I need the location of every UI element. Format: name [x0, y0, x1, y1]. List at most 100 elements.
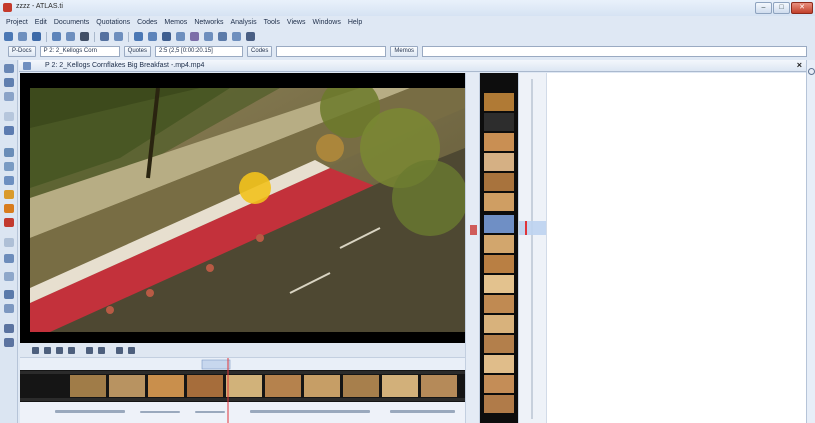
video-still-image — [30, 88, 465, 332]
app-logo-icon — [3, 3, 12, 12]
app-window: zzzz - ATLAS.ti – □ ✕ Project Edit Docum… — [0, 0, 815, 423]
toolbar-divider — [46, 31, 47, 42]
waveform-shape — [55, 402, 455, 423]
query-tool-icon[interactable] — [134, 32, 143, 41]
quote-selector[interactable]: 2:5 (2,5 [0:00:20.15] — [155, 46, 244, 57]
memo-icon[interactable] — [4, 126, 14, 135]
quote-selector-value: 2:5 (2,5 [0:00:20.15] — [159, 48, 213, 54]
pen-icon[interactable] — [190, 32, 199, 41]
headphones-icon[interactable] — [44, 346, 51, 354]
filter-icon[interactable] — [4, 162, 14, 171]
record-icon[interactable] — [4, 218, 14, 227]
list-icon[interactable] — [4, 290, 14, 299]
chevron-down-icon[interactable] — [176, 32, 185, 41]
title-bar: zzzz - ATLAS.ti – □ ✕ — [0, 0, 815, 16]
menu-project[interactable]: Project — [6, 19, 28, 26]
save-icon[interactable] — [32, 32, 41, 41]
link-icon[interactable] — [4, 112, 14, 121]
color-icon[interactable] — [4, 204, 14, 213]
panel-toggle-icon[interactable] — [4, 238, 14, 247]
main-toolbar — [0, 29, 815, 44]
menu-networks[interactable]: Networks — [194, 19, 223, 26]
add-document-icon[interactable] — [52, 32, 61, 41]
codes-button[interactable]: Codes — [247, 46, 273, 57]
navigator-icon[interactable] — [808, 68, 815, 75]
layout-icon[interactable] — [4, 254, 14, 263]
memo-selector[interactable] — [422, 46, 808, 57]
docs-button[interactable]: P-Docs — [8, 46, 36, 57]
media-controls — [20, 343, 465, 357]
network-view-icon[interactable] — [162, 32, 171, 41]
document-selector-value: P 2: 2_Kellogs Corn — [43, 48, 97, 54]
quote-icon[interactable] — [4, 148, 14, 157]
chevron-down-icon[interactable] — [204, 32, 213, 41]
chevron-down-icon[interactable] — [18, 32, 27, 41]
rewind-icon[interactable] — [116, 346, 123, 354]
vertical-frames — [480, 73, 518, 423]
menu-codes[interactable]: Codes — [137, 19, 157, 26]
snapshot-icon[interactable] — [68, 346, 75, 354]
network-icon[interactable] — [4, 32, 13, 41]
search-icon[interactable] — [4, 78, 14, 87]
menu-quotations[interactable]: Quotations — [96, 19, 130, 26]
play-icon[interactable] — [32, 346, 39, 354]
quotation-panel[interactable] — [546, 73, 806, 423]
toolbar-divider — [94, 31, 95, 42]
margin-icon[interactable] — [4, 304, 14, 313]
zoom-out-icon[interactable] — [4, 338, 14, 347]
comment-icon[interactable] — [4, 176, 14, 185]
margin-bars — [519, 79, 547, 419]
video-filmstrip[interactable] — [20, 370, 465, 402]
menu-edit[interactable]: Edit — [35, 19, 47, 26]
timeline-ruler[interactable] — [20, 357, 465, 371]
quotes-button[interactable]: Quotes — [123, 46, 152, 57]
menu-memos[interactable]: Memos — [164, 19, 187, 26]
code-icon[interactable] — [4, 92, 14, 101]
menu-bar: Project Edit Documents Quotations Codes … — [0, 16, 815, 29]
settings-icon[interactable] — [218, 32, 227, 41]
vertical-toolbar — [0, 60, 18, 423]
document-title: P 2: 2_Kellogs Cornflakes Big Breakfast … — [45, 62, 205, 69]
video-document-icon — [23, 62, 31, 70]
minimize-button[interactable]: – — [755, 2, 772, 14]
splitter[interactable] — [465, 73, 480, 423]
memos-button[interactable]: Memos — [390, 46, 419, 57]
menu-windows[interactable]: Windows — [312, 19, 340, 26]
document-selector[interactable]: P 2: 2_Kellogs Corn — [39, 46, 120, 57]
table-icon[interactable] — [148, 32, 157, 41]
close-document-icon[interactable]: × — [797, 60, 802, 70]
filmstrip-frames — [20, 370, 465, 402]
video-frame[interactable] — [30, 88, 465, 332]
binoculars-icon[interactable] — [80, 32, 89, 41]
menu-analysis[interactable]: Analysis — [231, 19, 257, 26]
document-header: P 2: 2_Kellogs Cornflakes Big Breakfast … — [19, 60, 806, 72]
menu-help[interactable]: Help — [348, 19, 362, 26]
tools-icon[interactable] — [246, 32, 255, 41]
chevron-down-icon[interactable] — [232, 32, 241, 41]
print-icon[interactable] — [100, 32, 109, 41]
zoom-in-icon[interactable] — [4, 324, 14, 333]
vertical-filmstrip[interactable] — [480, 73, 518, 423]
highlight-icon[interactable] — [4, 190, 14, 199]
forward-icon[interactable] — [128, 346, 135, 354]
chevron-down-icon[interactable] — [66, 32, 75, 41]
speed-icon[interactable] — [86, 346, 93, 354]
menu-documents[interactable]: Documents — [54, 19, 89, 26]
pointer-icon[interactable] — [4, 64, 14, 73]
right-side-strip — [806, 60, 815, 423]
chevron-down-icon[interactable] — [114, 32, 123, 41]
menu-views[interactable]: Views — [287, 19, 306, 26]
zoom-timeline-icon[interactable] — [98, 346, 105, 354]
margin-area[interactable] — [518, 73, 547, 423]
close-button[interactable]: ✕ — [791, 2, 813, 14]
maximize-button[interactable]: □ — [773, 2, 790, 14]
toolbar-divider — [128, 31, 129, 42]
menu-tools[interactable]: Tools — [264, 19, 280, 26]
navigator-bar: P-Docs P 2: 2_Kellogs Corn Quotes 2:5 (2… — [0, 44, 815, 59]
splitter-marker — [470, 225, 477, 235]
code-selector[interactable] — [276, 46, 387, 57]
split-icon[interactable] — [4, 272, 14, 281]
window-title: zzzz - ATLAS.ti — [16, 3, 63, 10]
audio-waveform[interactable] — [20, 402, 465, 423]
volume-icon[interactable] — [56, 346, 63, 354]
